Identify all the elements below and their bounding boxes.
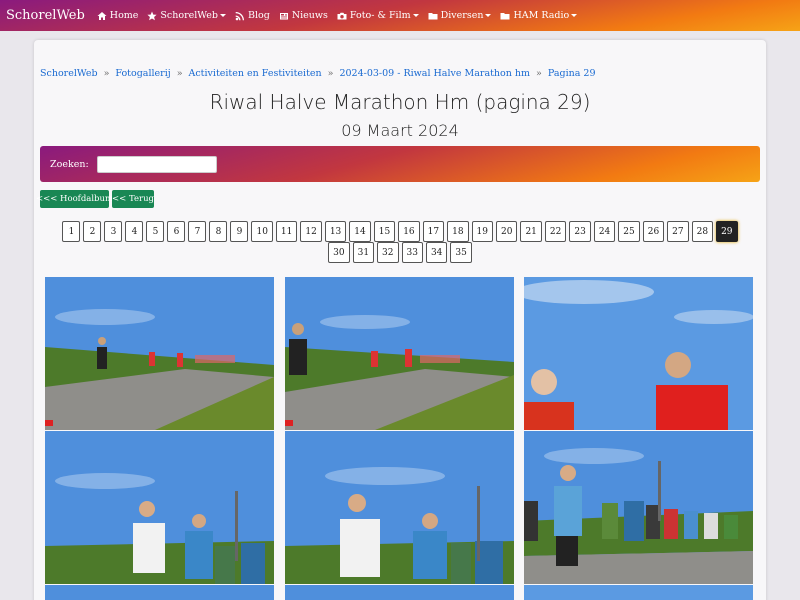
page-button[interactable]: 1 xyxy=(62,221,81,242)
page-button[interactable]: 19 xyxy=(471,221,493,242)
nav-diversen[interactable]: Diversen xyxy=(428,10,492,21)
chevron-down-icon xyxy=(219,14,226,17)
page-button[interactable]: 25 xyxy=(618,221,640,242)
photo-image xyxy=(524,585,753,600)
photo-thumbnail[interactable] xyxy=(524,431,753,584)
breadcrumb-separator: » xyxy=(176,68,183,79)
page-button[interactable]: 2 xyxy=(83,221,102,242)
breadcrumb-item[interactable]: Activiteiten en Festiviteiten xyxy=(189,68,322,79)
photo-image xyxy=(45,277,274,430)
back-button[interactable]: << Terug xyxy=(112,190,154,208)
breadcrumb-item[interactable]: SchorelWeb xyxy=(40,68,98,79)
breadcrumb-item[interactable]: 2024-03-09 - Riwal Halve Marathon hm xyxy=(339,68,530,79)
page-button[interactable]: 6 xyxy=(167,221,186,242)
nav-foto-film[interactable]: Foto- & Film xyxy=(337,10,419,21)
photo-image xyxy=(285,277,514,430)
main-album-button[interactable]: <<< Hoofdalbum xyxy=(36,190,113,208)
folder-icon xyxy=(500,12,510,19)
page-button[interactable]: 10 xyxy=(251,221,273,242)
chevron-down-icon xyxy=(485,14,492,17)
photo-image xyxy=(45,431,274,584)
page-button[interactable]: 8 xyxy=(209,221,228,242)
breadcrumb-item[interactable]: Fotogallerij xyxy=(115,68,170,79)
page-button[interactable]: 9 xyxy=(230,221,249,242)
page-button[interactable]: 30 xyxy=(328,242,350,263)
page-button[interactable]: 35 xyxy=(450,242,472,263)
page-button[interactable]: 3 xyxy=(104,221,123,242)
breadcrumb-separator: » xyxy=(536,68,542,79)
page-button[interactable]: 17 xyxy=(422,221,445,242)
rss-icon xyxy=(235,11,244,20)
photo-image xyxy=(524,431,753,584)
folder-icon xyxy=(428,12,438,19)
page-button-current[interactable]: 29 xyxy=(716,221,738,242)
photo-thumbnail[interactable] xyxy=(285,277,514,430)
photo-thumbnail[interactable] xyxy=(285,585,514,600)
page-button[interactable]: 21 xyxy=(520,221,542,242)
photo-image xyxy=(285,585,514,600)
home-icon xyxy=(97,11,107,20)
page-button[interactable]: 15 xyxy=(373,221,396,242)
nav-schorelweb[interactable]: SchorelWeb xyxy=(147,10,226,21)
page-button[interactable]: 16 xyxy=(398,221,420,242)
nav-blog[interactable]: Blog xyxy=(235,10,270,21)
nav-home[interactable]: Home xyxy=(97,10,138,21)
page-subtitle: 09 Maart 2024 xyxy=(341,121,459,140)
chevron-down-icon xyxy=(571,14,578,17)
page-button[interactable]: 31 xyxy=(352,242,375,263)
pagination-row-1: 1 2 3 4 5 6 7 8 9 10 11 12 13 14 15 16 17 18 19 20 21 22 23 24 2… xyxy=(40,221,760,242)
page-button[interactable]: 12 xyxy=(300,221,322,242)
page-button[interactable]: 5 xyxy=(146,221,165,242)
nav-nieuws[interactable]: Nieuws xyxy=(279,10,328,21)
pagination-row-2: 30 31 32 33 34 35 xyxy=(40,242,760,263)
photo-image xyxy=(45,585,274,600)
nav-ham-radio[interactable]: HAM Radio xyxy=(500,10,578,21)
page-button[interactable]: 23 xyxy=(569,221,591,242)
page-button[interactable]: 22 xyxy=(544,221,567,242)
breadcrumb: SchorelWeb » Fotogallerij » Activiteiten… xyxy=(40,68,596,79)
page-button[interactable]: 20 xyxy=(496,221,518,242)
page-button[interactable]: 18 xyxy=(447,221,469,242)
page-button[interactable]: 14 xyxy=(349,221,371,242)
photo-thumbnail[interactable] xyxy=(285,431,514,584)
breadcrumb-separator: » xyxy=(327,68,334,79)
page-button[interactable]: 11 xyxy=(275,221,298,242)
page-button[interactable]: 24 xyxy=(593,221,616,242)
photo-image xyxy=(285,431,514,584)
page-button[interactable]: 13 xyxy=(324,221,347,242)
photo-thumbnail[interactable] xyxy=(45,277,274,430)
breadcrumb-separator: » xyxy=(103,68,110,79)
page-button[interactable]: 4 xyxy=(125,221,144,242)
photo-thumbnail[interactable] xyxy=(45,431,274,584)
photo-thumbnail[interactable] xyxy=(45,585,274,600)
photo-thumbnail[interactable] xyxy=(524,277,753,430)
page-title: Riwal Halve Marathon Hm (pagina 29) xyxy=(209,90,591,114)
search-bar: Zoeken: xyxy=(40,146,760,182)
photo-image xyxy=(524,277,753,430)
page-button[interactable]: 34 xyxy=(425,242,448,263)
page-button[interactable]: 26 xyxy=(642,221,665,242)
photo-thumbnail[interactable] xyxy=(524,585,753,600)
breadcrumb-item-current[interactable]: Pagina 29 xyxy=(548,68,596,79)
newspaper-icon xyxy=(279,12,288,19)
page-button[interactable]: 28 xyxy=(691,221,714,242)
page-button[interactable]: 32 xyxy=(377,242,399,263)
search-label: Zoeken: xyxy=(50,158,89,170)
page-button[interactable]: 7 xyxy=(188,221,207,242)
search-input[interactable] xyxy=(96,155,217,173)
chevron-down-icon xyxy=(412,14,419,17)
brand-link[interactable]: SchorelWeb xyxy=(6,8,85,23)
star-icon xyxy=(147,11,158,20)
page-button[interactable]: 27 xyxy=(667,221,689,242)
navbar: SchorelWeb Home SchorelWeb Blog Nieuws F… xyxy=(0,0,800,31)
camera-icon xyxy=(337,12,347,19)
page-button[interactable]: 33 xyxy=(401,242,423,263)
